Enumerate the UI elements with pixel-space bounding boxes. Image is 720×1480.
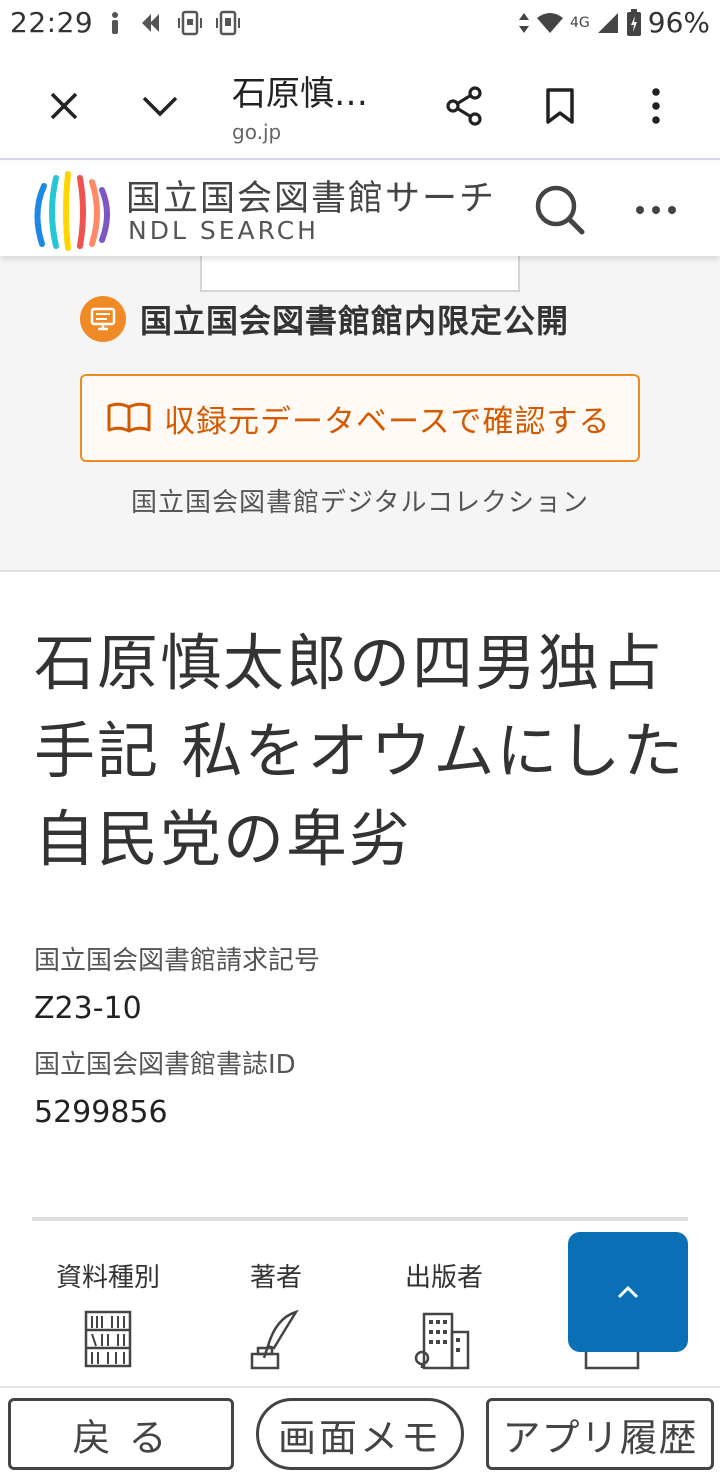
scroll-to-top-button[interactable] xyxy=(568,1232,688,1352)
vibrate-icon xyxy=(216,10,240,36)
access-restriction-label: 国立国会図書館館内限定公開 xyxy=(140,302,570,340)
call-number-label: 国立国会図書館請求記号 xyxy=(34,946,321,976)
bookmark-icon xyxy=(546,88,574,124)
quill-pen-icon xyxy=(246,1308,306,1370)
facet-label: 出版者 xyxy=(404,1263,483,1293)
site-menu-button[interactable] xyxy=(630,192,682,228)
open-book-icon xyxy=(107,402,151,433)
signal-icon xyxy=(597,12,618,33)
more-vertical-icon xyxy=(652,88,660,124)
info-icon xyxy=(112,12,118,34)
bookshelf-icon xyxy=(78,1308,138,1370)
browser-toolbar: 石原慎… go.jp xyxy=(0,50,720,160)
minimize-button[interactable] xyxy=(134,80,186,132)
close-icon xyxy=(50,92,78,120)
network-type: 4G xyxy=(570,14,590,31)
phone-lock-icon xyxy=(178,10,202,36)
battery-icon xyxy=(626,8,641,36)
status-bar: 22:29 4G 96% xyxy=(0,0,720,50)
site-header: 国立国会図書館サーチ NDL SEARCH xyxy=(0,162,720,256)
browser-menu-button[interactable] xyxy=(630,80,682,132)
bottom-nav-bar: 戻 る 画面メモ アプリ履歴 xyxy=(0,1386,720,1480)
record-identifiers: 国立国会図書館請求記号 Z23-10 国立国会図書館書誌ID 5299856 xyxy=(34,940,684,1148)
collection-name: 国立国会図書館デジタルコレクション xyxy=(131,488,589,518)
page-url[interactable]: go.jp xyxy=(232,120,281,144)
status-notification-icons xyxy=(106,10,240,36)
more-horizontal-icon xyxy=(636,206,676,214)
facet-publisher[interactable]: 出版者 xyxy=(374,1258,514,1370)
chevron-up-icon xyxy=(617,1285,639,1299)
status-system-icons: 4G 96% xyxy=(518,6,710,39)
ndl-logo-icon xyxy=(34,171,110,251)
buildings-icon xyxy=(414,1308,474,1370)
site-search-button[interactable] xyxy=(532,182,588,238)
bookmark-button[interactable] xyxy=(534,80,586,132)
data-arrows-icon xyxy=(519,12,529,33)
call-number-value: Z23-10 xyxy=(34,991,142,1026)
monitor-icon xyxy=(80,296,126,342)
facet-label: 著者 xyxy=(249,1263,302,1293)
app-history-button[interactable]: アプリ履歴 xyxy=(486,1398,714,1470)
ndl-logo[interactable] xyxy=(30,168,110,256)
facet-material-type[interactable]: 資料種別 xyxy=(38,1258,178,1370)
check-source-database-label: 収録元データベースで確認する xyxy=(164,403,611,440)
wifi-icon xyxy=(537,12,563,33)
status-time: 22:29 xyxy=(10,6,94,39)
thumbnail-frame xyxy=(200,256,520,292)
access-panel: 国立国会図書館館内限定公開 収録元データベースで確認する 国立国会図書館デジタル… xyxy=(0,256,720,572)
share-button[interactable] xyxy=(438,80,490,132)
check-source-database-button[interactable]: 収録元データベースで確認する xyxy=(80,374,640,462)
close-tab-button[interactable] xyxy=(38,80,90,132)
section-divider xyxy=(32,1217,688,1221)
battery-level: 96% xyxy=(647,6,710,39)
logo-title-en: NDL SEARCH xyxy=(128,216,319,245)
access-restriction: 国立国会図書館館内限定公開 xyxy=(80,296,569,342)
logo-title-jp: 国立国会図書館サーチ xyxy=(126,179,497,219)
bib-id-label: 国立国会図書館書誌ID xyxy=(34,1050,296,1080)
share-icon xyxy=(446,86,482,126)
facet-label: 資料種別 xyxy=(55,1263,160,1293)
screen-memo-button[interactable]: 画面メモ xyxy=(256,1398,464,1470)
page-tab-title: 石原慎… xyxy=(232,74,368,114)
record-title: 石原慎太郎の四男独占手記 私をオウムにした自民党の卑劣 xyxy=(34,628,686,875)
bib-id-value: 5299856 xyxy=(34,1095,168,1130)
search-icon xyxy=(535,185,585,235)
app-notification-icon xyxy=(142,14,159,32)
facet-author[interactable]: 著者 xyxy=(206,1258,346,1370)
back-button[interactable]: 戻 る xyxy=(8,1398,234,1470)
chevron-down-icon xyxy=(142,96,178,117)
